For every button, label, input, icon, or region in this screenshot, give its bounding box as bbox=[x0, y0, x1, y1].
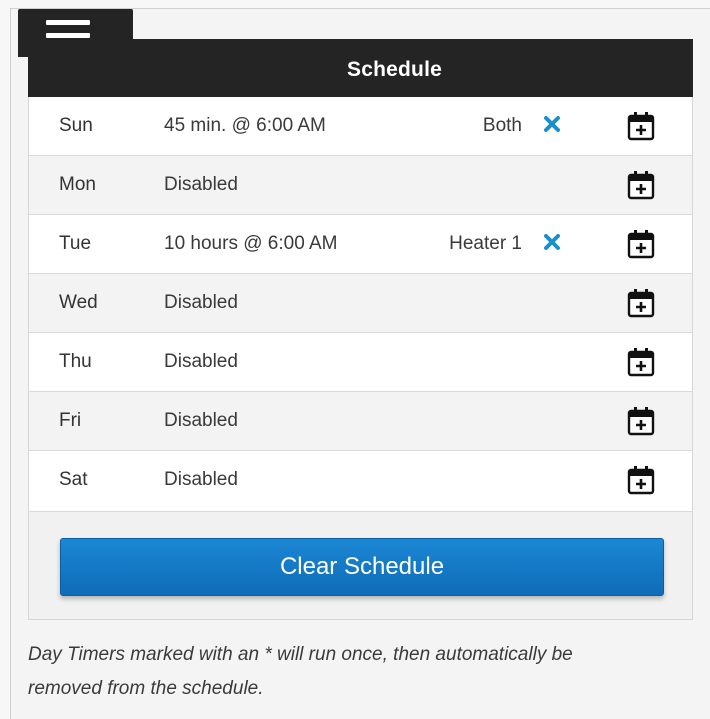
page-title: Schedule bbox=[347, 58, 442, 81]
day-label: Sat bbox=[59, 469, 88, 490]
calendar-add-icon[interactable] bbox=[627, 229, 655, 259]
schedule-panel: Sun 45 min. @ 6:00 AM Both Mon Disabled bbox=[28, 97, 693, 620]
schedule-row: Thu Disabled bbox=[29, 333, 692, 392]
timer-info: 10 hours @ 6:00 AM bbox=[164, 233, 338, 254]
day-label: Mon bbox=[59, 174, 96, 195]
day-label: Sun bbox=[59, 115, 93, 136]
timer-info: 45 min. @ 6:00 AM bbox=[164, 115, 326, 136]
day-label: Tue bbox=[59, 233, 92, 254]
day-label: Fri bbox=[59, 410, 82, 431]
calendar-add-icon[interactable] bbox=[627, 347, 655, 377]
clear-area: Clear Schedule bbox=[29, 514, 692, 620]
calendar-add-icon[interactable] bbox=[627, 111, 655, 141]
footnote-text: Day Timers marked with an * will run onc… bbox=[28, 644, 573, 699]
timer-info: Disabled bbox=[164, 410, 238, 431]
calendar-add-icon[interactable] bbox=[627, 288, 655, 318]
clear-schedule-button[interactable]: Clear Schedule bbox=[60, 538, 664, 596]
schedule-row: Mon Disabled bbox=[29, 156, 692, 215]
timer-info: Disabled bbox=[164, 469, 238, 490]
schedule-row: Sat Disabled bbox=[29, 451, 692, 512]
timer-target: Both bbox=[482, 115, 522, 136]
timer-info: Disabled bbox=[164, 351, 238, 372]
schedule-row: Fri Disabled bbox=[29, 392, 692, 451]
calendar-add-icon[interactable] bbox=[627, 406, 655, 436]
timer-info: Disabled bbox=[164, 292, 238, 313]
day-label: Wed bbox=[59, 292, 98, 313]
schedule-row: Tue 10 hours @ 6:00 AM Heater 1 bbox=[29, 215, 692, 274]
calendar-add-icon[interactable] bbox=[627, 465, 655, 495]
timer-target: Heater 1 bbox=[449, 233, 522, 254]
header-bar: Schedule bbox=[28, 39, 693, 97]
calendar-add-icon[interactable] bbox=[627, 170, 655, 200]
timer-info: Disabled bbox=[164, 174, 238, 195]
schedule-list: Sun 45 min. @ 6:00 AM Both Mon Disabled bbox=[29, 97, 692, 512]
close-icon[interactable] bbox=[542, 114, 562, 134]
close-icon[interactable] bbox=[542, 232, 562, 252]
schedule-row: Sun 45 min. @ 6:00 AM Both bbox=[29, 97, 692, 156]
day-label: Thu bbox=[59, 351, 92, 372]
schedule-row: Wed Disabled bbox=[29, 274, 692, 333]
